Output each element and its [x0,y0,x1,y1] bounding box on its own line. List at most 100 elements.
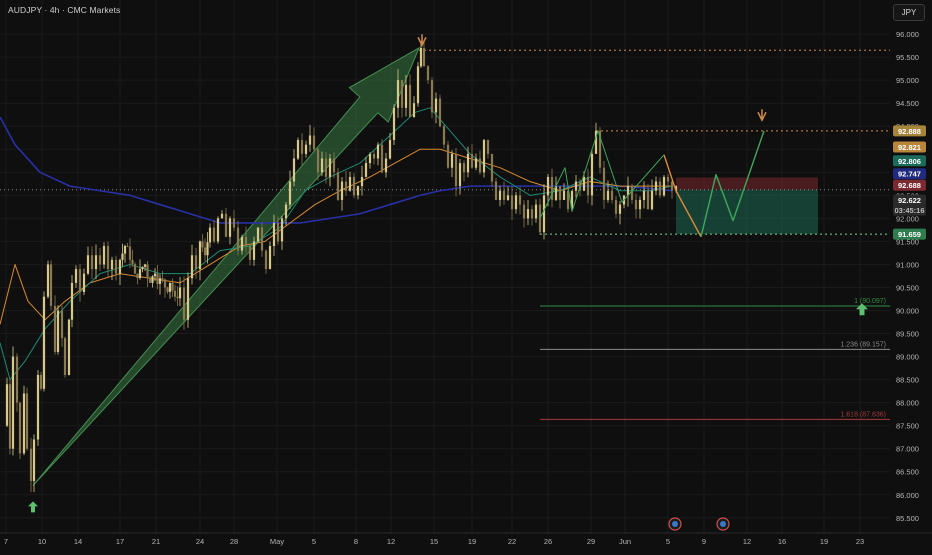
candle-body [148,277,152,283]
candle-body [220,213,224,219]
candle-body [506,195,510,200]
time-tick-label: May [270,537,284,546]
candle-body [538,204,542,233]
candle-body [284,204,288,219]
time-axis-bg [0,533,932,550]
candle-body [408,84,412,118]
candle-body [416,66,420,104]
candle-body [228,218,232,237]
time-tick-label: 8 [354,537,358,546]
candle-body [542,195,546,233]
candle-body [344,181,348,191]
candle-body [106,246,110,270]
time-tick-label: 12 [387,537,395,546]
candle-body [426,66,430,81]
candle-body [332,158,336,173]
candle-body [178,287,182,299]
candle-body [654,181,658,191]
candle-body [136,273,139,279]
candle-body [666,176,670,182]
time-tick-label: 5 [666,537,670,546]
price-tick-label: 89.500 [896,330,919,339]
symbol-title: AUDJPY · 4h · CMC Markets [8,5,121,15]
candle-body [114,259,118,274]
fib-level-label: 1.236 (89.157) [840,341,886,348]
candle-body [638,199,642,210]
price-badge-text: 91.659 [898,230,921,239]
candle-body [18,402,22,454]
candle-body [46,264,50,297]
candle-body [324,158,328,177]
event-flag-icon [720,521,726,527]
price-tick-label: 89.000 [896,353,919,362]
candle-body [194,255,198,270]
candle-body [49,264,53,306]
candle-body [630,186,634,200]
candle-body [161,278,164,280]
time-tick-label: 23 [856,537,864,546]
price-tick-label: 91.000 [896,260,919,269]
candle-body [90,255,94,270]
candle-body [292,158,296,182]
currency-button[interactable]: JPY [893,4,925,21]
candle-body [176,296,179,299]
candle-body [206,242,209,256]
candle-body [67,319,71,375]
candle-body [121,253,124,260]
price-chart[interactable]: 1 (90.097) 1.236 (89.157) 1.618 (87.636) 96… [0,0,932,550]
candle-body [356,186,360,196]
candle-body [236,227,240,251]
time-tick-label: 12 [743,537,751,546]
candle-body [522,204,526,219]
time-tick-label: 19 [468,537,476,546]
candle-body [5,384,9,426]
candle-body [574,181,578,191]
candle-body [123,246,127,254]
candle-body [110,259,114,270]
candle-body [614,199,618,214]
candle-body [606,190,610,200]
candle-body [158,278,162,284]
time-tick-label: 15 [430,537,438,546]
price-tick-label: 86.500 [896,468,919,477]
candle-body [618,204,622,214]
candle-body [146,264,149,278]
price-badge-text: 92.806 [898,157,921,166]
candle-body [316,149,320,173]
candle-body [494,181,498,200]
candle-body [634,199,638,210]
candle-body [478,158,482,173]
candle-body [498,190,502,200]
price-tick-label: 88.000 [896,399,919,408]
price-badge-text: 92.622 [898,196,921,205]
candle-body [518,195,522,205]
candle-body [78,269,82,293]
candle-body [133,264,137,274]
price-tick-label: 87.500 [896,422,919,431]
time-tick-label: 29 [587,537,595,546]
candle-body [141,266,144,270]
price-tick-label: 95.000 [896,76,919,85]
candle-body [32,439,36,481]
candle-body [128,246,132,260]
price-tick-label: 90.000 [896,307,919,316]
candle-body [490,153,494,182]
price-badge-text: 92.888 [898,127,921,136]
candle-body [360,176,364,187]
price-tick-label: 87.000 [896,445,919,454]
candle-body [482,140,486,173]
chart-root[interactable]: 1 (90.097) 1.236 (89.157) 1.618 (87.636) 96… [0,0,932,550]
candle-body [502,190,506,200]
candle-body [260,227,264,251]
price-tick-label: 86.000 [896,491,919,500]
candle-body [582,176,586,191]
candle-body [276,222,280,242]
price-tick-label: 85.500 [896,514,919,523]
fib-level-label: 1.618 (87.636) [840,411,886,418]
candle-body [376,144,380,159]
candle-body [454,153,458,187]
time-tick-label: 16 [778,537,786,546]
time-tick-label: 17 [116,537,124,546]
time-axis: 7 10 14 17 21 24 28 May 5 8 12 15 19 22 26 29 Jun 5 9 12 16 1… [0,532,932,550]
candle-body [29,448,33,481]
